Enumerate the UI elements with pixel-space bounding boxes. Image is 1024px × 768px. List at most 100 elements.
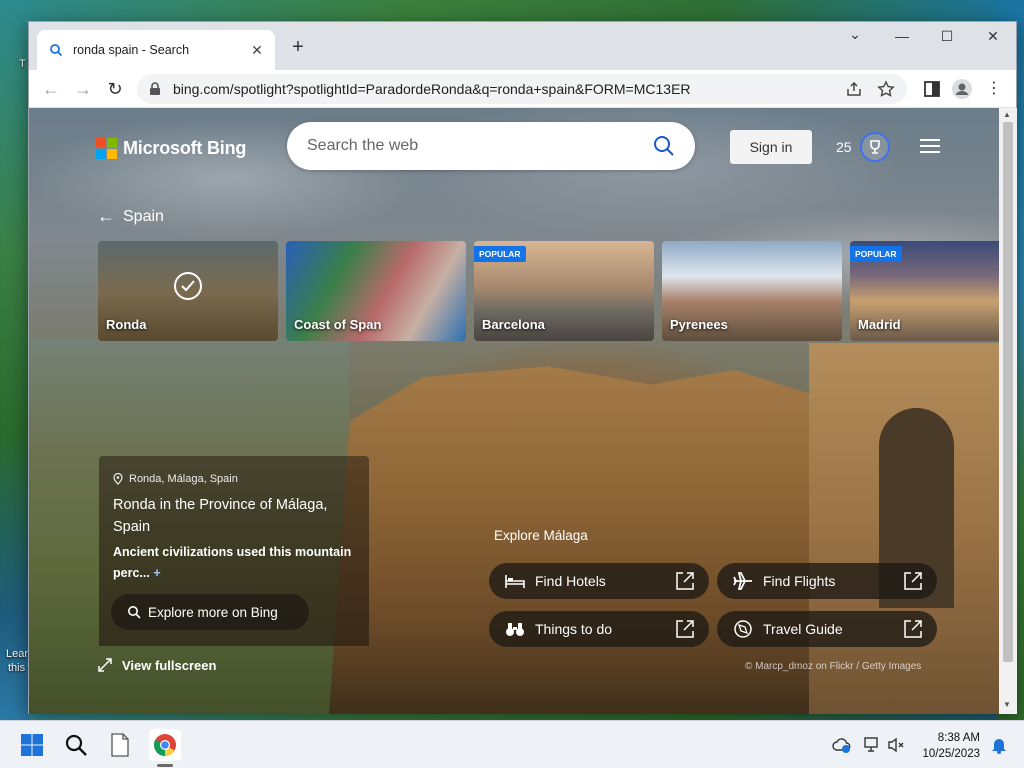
page-scrollbar[interactable]: ▲ ▼ — [999, 108, 1017, 714]
image-credit: © Marcp_dmoz on Flickr / Getty Images — [745, 661, 922, 672]
reload-icon[interactable]: ↻ — [103, 77, 127, 101]
bookmark-star-icon[interactable] — [877, 80, 895, 98]
back-arrow-icon[interactable]: ← — [39, 77, 63, 101]
bing-logo[interactable]: Microsoft Bing — [96, 138, 246, 159]
back-to-spain[interactable]: ← Spain — [97, 206, 164, 227]
popular-badge: POPULAR — [850, 246, 902, 262]
profile-avatar-icon[interactable] — [951, 78, 973, 100]
image-title[interactable]: Ronda in the Province of Málaga, Spain — [113, 494, 353, 538]
new-tab-button[interactable]: + — [287, 36, 309, 59]
expand-description-button[interactable]: + — [153, 566, 160, 580]
explore-more-button[interactable]: Explore more on Bing — [111, 594, 309, 630]
scroll-up-icon[interactable]: ▲ — [1003, 110, 1011, 119]
microsoft-logo-icon — [96, 138, 117, 159]
browser-tab[interactable]: ronda spain - Search ✕ — [37, 30, 275, 70]
explore-more-label: Explore more on Bing — [148, 604, 278, 620]
tab-search-chevron-icon[interactable]: ⌄ — [843, 26, 867, 43]
search-icon — [128, 606, 141, 619]
close-tab-icon[interactable]: ✕ — [249, 42, 265, 58]
windows-start-icon[interactable] — [16, 729, 48, 761]
sign-in-button[interactable]: Sign in — [730, 130, 812, 164]
bing-spotlight-page: Microsoft Bing Sign in 25 — [29, 108, 999, 714]
url-text[interactable]: bing.com/spotlight?spotlightId=Paradorde… — [173, 81, 831, 97]
side-panel-icon[interactable] — [921, 78, 943, 100]
notification-bell-icon[interactable] — [983, 729, 1015, 761]
things-to-do-button[interactable]: Things to do — [489, 611, 709, 647]
taskbar-search-icon[interactable] — [60, 729, 92, 761]
file-icon[interactable] — [104, 729, 136, 761]
explore-heading: Explore Málaga — [494, 528, 588, 543]
tab-title: ronda spain - Search — [73, 43, 190, 57]
description-text: Ancient civilizations used this mountain… — [113, 545, 352, 580]
taskbar: 8:38 AM 10/25/2023 — [0, 720, 1024, 768]
location-text: Ronda, Málaga, Spain — [129, 473, 238, 485]
clock-time: 8:38 AM — [937, 732, 980, 744]
volume-muted-icon[interactable] — [880, 729, 912, 761]
destination-card-ronda[interactable]: Ronda — [98, 241, 278, 341]
chrome-icon[interactable] — [149, 729, 181, 761]
card-label: Pyrenees — [670, 317, 728, 332]
card-label: Madrid — [858, 317, 901, 332]
search-icon[interactable] — [653, 135, 675, 157]
scroll-thumb[interactable] — [1003, 122, 1013, 662]
bing-header: Microsoft Bing Sign in 25 — [29, 108, 999, 188]
maximize-icon[interactable]: ☐ — [935, 28, 959, 45]
background-image-cliff — [329, 366, 849, 714]
destination-carousel: Ronda Coast of Span POPULAR Barcelona Py… — [98, 241, 999, 341]
destination-card-pyrenees[interactable]: Pyrenees — [662, 241, 842, 341]
location-pin-icon — [113, 473, 123, 485]
back-label: Spain — [123, 207, 164, 225]
clock-date: 10/25/2023 — [922, 748, 980, 760]
find-flights-button[interactable]: Find Flights — [717, 563, 937, 599]
compass-icon — [734, 620, 752, 638]
rewards-trophy-icon[interactable] — [860, 132, 890, 162]
desktop-wallpaper-top — [0, 0, 1024, 22]
more-menu-icon[interactable]: ⋮ — [983, 78, 1005, 100]
view-fullscreen-button[interactable]: View fullscreen — [97, 657, 216, 673]
tab-strip: ronda spain - Search ✕ + ⌄ — ☐ ✕ — [29, 22, 1016, 70]
pill-label: Find Hotels — [535, 573, 606, 589]
weather-cloud-icon[interactable] — [826, 729, 858, 761]
card-label: Ronda — [106, 317, 147, 332]
search-input[interactable] — [307, 137, 653, 155]
airplane-icon — [733, 572, 752, 590]
pill-label: Find Flights — [763, 573, 836, 589]
external-link-icon — [904, 620, 922, 638]
card-label: Coast of Span — [294, 317, 382, 332]
logo-text: Microsoft Bing — [123, 138, 247, 158]
destination-card-madrid[interactable]: POPULAR Madrid — [850, 241, 999, 341]
image-description: Ancient civilizations used this mountain… — [113, 542, 363, 584]
destination-card-coast-of-spain[interactable]: Coast of Span — [286, 241, 466, 341]
desktop-icon-label[interactable]: this — [8, 662, 25, 674]
popular-badge: POPULAR — [474, 246, 526, 262]
lock-icon — [150, 82, 160, 95]
destination-card-barcelona[interactable]: POPULAR Barcelona — [474, 241, 654, 341]
minimize-icon[interactable]: — — [890, 28, 914, 44]
location-row: Ronda, Málaga, Spain — [113, 473, 238, 485]
rewards-points[interactable]: 25 — [836, 139, 852, 155]
desktop-wallpaper-left — [0, 0, 30, 720]
desktop-icon-label[interactable]: T — [19, 58, 26, 70]
travel-guide-button[interactable]: Travel Guide — [717, 611, 937, 647]
active-app-indicator — [157, 764, 173, 767]
scroll-down-icon[interactable]: ▼ — [1003, 700, 1011, 709]
find-hotels-button[interactable]: Find Hotels — [489, 563, 709, 599]
browser-window: ronda spain - Search ✕ + ⌄ — ☐ ✕ ← → ↻ b… — [28, 21, 1017, 714]
system-clock[interactable]: 8:38 AM 10/25/2023 — [918, 730, 980, 762]
close-window-icon[interactable]: ✕ — [981, 28, 1005, 45]
search-icon — [50, 44, 63, 57]
pill-label: Travel Guide — [763, 621, 843, 637]
checkmark-icon — [174, 272, 202, 300]
address-bar[interactable]: bing.com/spotlight?spotlightId=Paradorde… — [137, 74, 907, 104]
hamburger-menu-icon[interactable] — [920, 139, 940, 157]
card-label: Barcelona — [482, 317, 545, 332]
back-arrow-icon: ← — [97, 206, 115, 226]
binoculars-icon — [506, 623, 524, 636]
pill-label: Things to do — [535, 621, 613, 637]
share-icon[interactable] — [845, 80, 863, 98]
bed-icon — [505, 575, 525, 588]
external-link-icon — [904, 572, 922, 590]
forward-arrow-icon[interactable]: → — [71, 77, 95, 101]
desktop-icon-label[interactable]: Lear — [6, 648, 28, 660]
search-box[interactable] — [287, 122, 695, 170]
